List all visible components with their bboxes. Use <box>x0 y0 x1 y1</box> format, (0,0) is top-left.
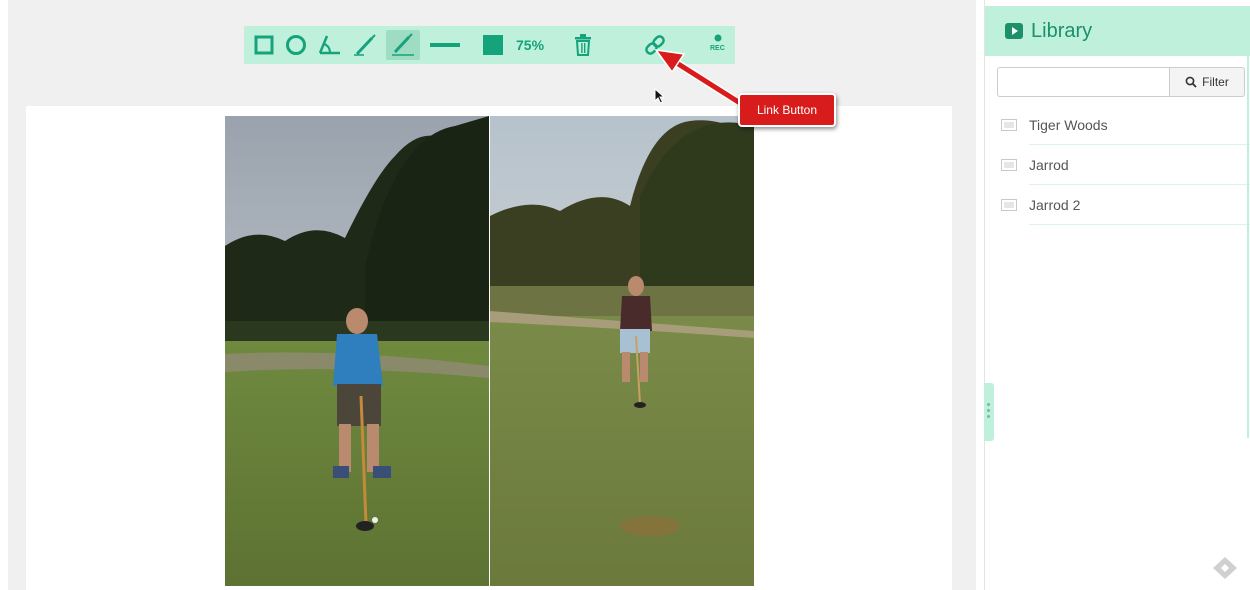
workspace: 75% REC <box>8 0 976 590</box>
record-dot-icon <box>714 34 722 42</box>
drag-dots-icon <box>987 403 991 421</box>
search-icon <box>1185 76 1197 88</box>
filter-button[interactable]: Filter <box>1169 67 1245 97</box>
library-header: Library <box>985 6 1250 56</box>
fill-color-square-icon <box>483 35 503 55</box>
rectangle-tool-button[interactable] <box>250 30 278 60</box>
video-frame-left[interactable] <box>225 116 489 586</box>
video-file-icon <box>1001 119 1017 131</box>
video-file-icon <box>1001 159 1017 171</box>
link-button-callout: Link Button <box>738 93 836 127</box>
app-logo-icon <box>1213 557 1237 579</box>
library-item-jarrod[interactable]: Jarrod <box>985 145 1250 185</box>
library-item-label: Jarrod 2 <box>1029 197 1081 213</box>
freehand-line-tool-button[interactable] <box>350 30 380 60</box>
record-button[interactable] <box>706 29 730 45</box>
straight-line-tool-button[interactable] <box>428 30 462 60</box>
video-canvas[interactable] <box>26 106 952 590</box>
library-search-row: Filter <box>997 67 1245 97</box>
drawing-toolbar: 75% REC <box>244 26 735 64</box>
library-item-jarrod-2[interactable]: Jarrod 2 <box>985 185 1250 225</box>
golfer-video-right-image <box>490 116 754 586</box>
circle-icon <box>286 35 306 55</box>
library-item-label: Tiger Woods <box>1029 117 1108 133</box>
angle-icon <box>318 35 340 55</box>
library-item-tiger-woods[interactable]: Tiger Woods <box>985 105 1250 145</box>
video-frame-right[interactable] <box>490 116 754 586</box>
record-label: REC <box>710 45 725 52</box>
angle-tool-button[interactable] <box>314 30 344 60</box>
horizontal-line-icon <box>430 43 460 47</box>
line-pencil-icon <box>354 34 376 56</box>
link-button[interactable] <box>640 30 670 60</box>
filter-button-label: Filter <box>1202 75 1229 89</box>
library-panel: Library Filter Tiger Woods Jarrod Jarrod… <box>984 0 1250 590</box>
video-library-icon <box>1005 23 1023 39</box>
mouse-cursor-icon <box>654 88 666 104</box>
golfer-video-left-image <box>225 116 489 586</box>
library-list: Tiger Woods Jarrod Jarrod 2 <box>985 105 1250 225</box>
link-icon <box>645 35 665 55</box>
panel-resize-handle[interactable] <box>984 383 994 441</box>
rectangle-icon <box>254 35 274 55</box>
app-window: 75% REC Link Button Library Filter Tiger… <box>0 0 1250 590</box>
delete-button[interactable] <box>570 30 596 60</box>
library-search-input[interactable] <box>997 67 1169 97</box>
library-scrollbar[interactable] <box>1247 6 1249 438</box>
trash-icon <box>575 34 591 56</box>
color-picker-button[interactable] <box>480 30 506 60</box>
zoom-level[interactable]: 75% <box>516 37 544 53</box>
library-item-label: Jarrod <box>1029 157 1069 173</box>
pencil-icon <box>392 33 414 56</box>
library-title: Library <box>1031 19 1093 42</box>
pencil-tool-button[interactable] <box>386 30 420 60</box>
video-file-icon <box>1001 199 1017 211</box>
circle-tool-button[interactable] <box>282 30 310 60</box>
